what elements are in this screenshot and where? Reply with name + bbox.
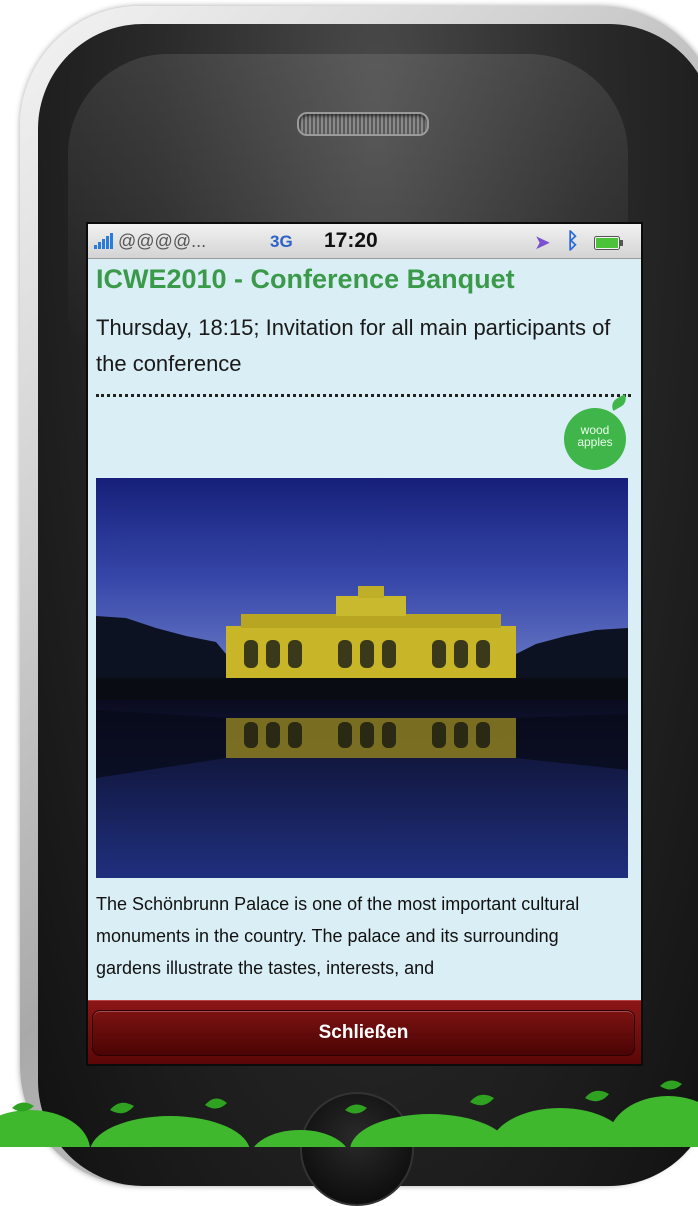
- event-description: The Schönbrunn Palace is one of the most…: [96, 894, 580, 978]
- bottom-toolbar: Schließen: [88, 1000, 641, 1064]
- status-bar: @@@@... 3G 17:20 ➤ ᛒ: [88, 224, 641, 259]
- signal-bars-icon: [94, 233, 116, 254]
- logo-line-2: apples: [577, 435, 613, 449]
- phone-screen: @@@@... 3G 17:20 ➤ ᛒ ICWE2010 - Conferen…: [86, 222, 643, 1066]
- bluetooth-icon: ᛒ: [566, 228, 580, 253]
- palace-photo: [96, 478, 628, 878]
- event-subtitle: Thursday, 18:15; Invitation for all main…: [96, 315, 611, 376]
- decorative-foliage: [0, 1080, 698, 1147]
- clock-time: 17:20: [324, 229, 378, 252]
- network-type: 3G: [270, 232, 293, 251]
- carrier-name: @@@@...: [118, 231, 207, 251]
- dotted-divider: [96, 394, 631, 397]
- close-button[interactable]: Schließen: [92, 1010, 635, 1056]
- location-arrow-icon: ➤: [534, 232, 551, 254]
- woodapples-logo-text: wood apples: [564, 424, 626, 448]
- battery-icon: [594, 234, 624, 255]
- earpiece-speaker: [297, 112, 429, 136]
- event-title: ICWE2010 - Conference Banquet: [96, 264, 515, 294]
- palace-photo-image: [96, 478, 628, 878]
